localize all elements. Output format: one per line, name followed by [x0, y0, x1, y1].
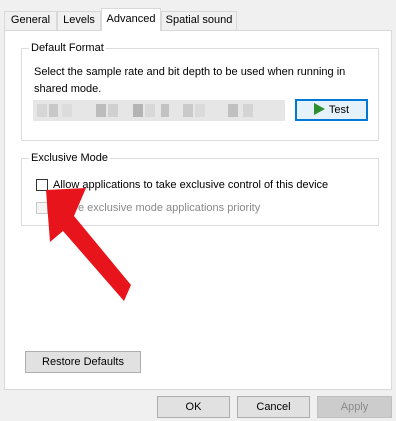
test-button-label: Test	[328, 104, 350, 116]
obscured-text	[161, 104, 169, 117]
tab-spatial-sound[interactable]: Spatial sound	[161, 11, 237, 30]
obscured-text	[108, 104, 118, 117]
default-format-description: Select the sample rate and bit depth to …	[34, 66, 346, 95]
obscured-text	[145, 104, 155, 117]
priority-label: e exclusive mode applications priority	[78, 202, 261, 214]
tab-strip: General Levels Advanced Spatial sound	[4, 0, 396, 31]
priority-checkbox[interactable]	[36, 202, 48, 214]
exclusive-mode-group: Exclusive Mode Allow applications to tak…	[21, 151, 379, 226]
obscured-text	[228, 104, 238, 117]
allow-exclusive-checkbox[interactable]	[36, 179, 48, 191]
tab-general[interactable]: General	[4, 11, 57, 30]
tab-advanced[interactable]: Advanced	[101, 8, 161, 31]
ok-button[interactable]: OK	[157, 396, 230, 418]
apply-button[interactable]: Apply	[317, 396, 392, 418]
cancel-button[interactable]: Cancel	[237, 396, 310, 418]
obscured-text	[243, 104, 253, 117]
obscured-text	[49, 104, 58, 117]
obscured-text	[183, 104, 193, 117]
default-format-title: Default Format	[29, 41, 106, 55]
test-button[interactable]: Test	[295, 99, 368, 121]
obscured-text	[195, 104, 205, 117]
tab-levels[interactable]: Levels	[57, 11, 101, 30]
exclusive-mode-title: Exclusive Mode	[29, 151, 111, 165]
format-select[interactable]	[33, 100, 285, 121]
obscured-text	[133, 104, 143, 117]
obscured-text	[96, 104, 106, 117]
default-format-group: Default Format Select the sample rate an…	[21, 41, 379, 141]
obscured-text	[62, 104, 72, 117]
obscured-text	[37, 104, 47, 117]
advanced-panel: Default Format Select the sample rate an…	[4, 30, 392, 390]
allow-exclusive-label[interactable]: Allow applications to take exclusive con…	[53, 178, 328, 192]
restore-defaults-button[interactable]: Restore Defaults	[25, 351, 141, 373]
play-icon	[313, 103, 325, 116]
chevron-down-icon[interactable]	[269, 100, 285, 121]
